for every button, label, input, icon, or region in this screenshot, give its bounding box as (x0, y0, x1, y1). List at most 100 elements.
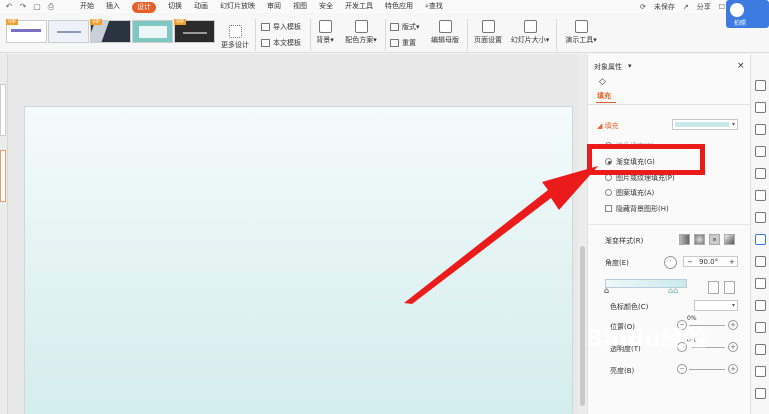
brightness-label: 亮度(B) (610, 367, 635, 375)
search-button[interactable]: ⌕查找 (425, 0, 443, 13)
template-thumb-4[interactable] (132, 20, 173, 43)
this-template-button[interactable]: 本文模板 (261, 38, 301, 48)
page-icon (481, 20, 495, 33)
gradient-stop-mid-icon[interactable]: ⌂⌂ (668, 286, 678, 295)
panel-close-icon[interactable]: × (737, 61, 745, 71)
brightness-slider[interactable] (689, 369, 725, 370)
menu-security[interactable]: 安全 (319, 0, 333, 13)
shape-icon[interactable] (755, 124, 766, 135)
open-icon[interactable]: ▢ (32, 2, 42, 11)
presentation-tools-label: 演示工具 (565, 36, 594, 44)
menu-transition[interactable]: 切换 (168, 0, 182, 13)
transparency-plus-icon[interactable]: + (728, 342, 738, 352)
video-icon[interactable] (755, 366, 766, 377)
layers-icon[interactable] (755, 256, 766, 267)
more-design-button[interactable]: 更多设计 (219, 25, 251, 50)
pattern-fill-radio[interactable] (605, 189, 612, 196)
undo-icon[interactable]: ↶ (4, 2, 14, 11)
hide-bg-label[interactable]: 隐藏背景图形(H) (616, 204, 669, 214)
this-template-label: 本文模板 (273, 39, 301, 47)
edit-master-button[interactable]: 编辑母版 (428, 20, 462, 45)
radial-gradient-style[interactable] (694, 234, 705, 245)
side-toolbar (750, 54, 769, 414)
brightness-plus-icon[interactable]: + (728, 364, 738, 374)
print-icon[interactable]: ⎙ (46, 2, 56, 11)
layout-label: 版式 (402, 23, 416, 31)
sort-icon[interactable] (755, 300, 766, 311)
page-setup-button[interactable]: 页面设置 (471, 20, 505, 45)
angle-value[interactable]: 90.0° (699, 258, 718, 266)
palette-icon (354, 20, 368, 33)
angle-minus-icon[interactable]: − (687, 258, 693, 266)
rect-gradient-style[interactable] (709, 234, 720, 245)
share-icon[interactable] (755, 278, 766, 289)
color-scheme-button[interactable]: 配色方案▾ (342, 20, 380, 45)
properties-icon[interactable] (755, 234, 766, 245)
linear-gradient-style[interactable] (679, 234, 690, 245)
menu-design[interactable]: 设计 (132, 1, 156, 13)
copy-icon[interactable] (755, 102, 766, 113)
path-gradient-style[interactable] (724, 234, 735, 245)
ribbon-separator (310, 19, 311, 51)
menu-view[interactable]: 视图 (293, 0, 307, 13)
fill-color-dropdown[interactable]: ▾ (672, 119, 738, 130)
unsaved-button[interactable]: ⟳ 未保存 (640, 2, 675, 12)
layout-button[interactable]: 版式 ▾ (390, 22, 420, 32)
picture-fill-radio[interactable] (605, 174, 612, 181)
reset-label: 重置 (402, 39, 416, 47)
reset-button[interactable]: 重置 (390, 38, 416, 48)
panel-title: 对象属性 (594, 63, 622, 71)
angle-stepper[interactable]: − 90.0° + (683, 256, 738, 267)
slide-editor (8, 54, 580, 414)
menu-review[interactable]: 审阅 (267, 0, 281, 13)
image-icon[interactable] (755, 190, 766, 201)
menu-start[interactable]: 开始 (80, 0, 94, 13)
search-label: 查找 (428, 2, 443, 10)
photo-badge[interactable]: 拍照 (726, 0, 769, 28)
slide-thumbnail-strip[interactable] (0, 54, 8, 414)
presentation-tools-button[interactable]: 演示工具▾ (561, 20, 601, 45)
panel-title-arrow-icon[interactable]: ▾ (628, 62, 632, 70)
vip-tag-2: VIP (90, 19, 102, 25)
master-icon (438, 20, 452, 33)
chart-icon[interactable] (755, 212, 766, 223)
add-stop-icon[interactable] (708, 281, 719, 294)
slide-thumbnail-active[interactable] (0, 150, 6, 202)
slide-size-button[interactable]: 幻灯片大小▾ (508, 20, 552, 45)
angle-dial-icon[interactable]: · (664, 256, 677, 269)
redo-icon[interactable]: ↷ (18, 2, 28, 11)
color-scheme-label: 配色方案 (345, 36, 374, 44)
gradient-stop-left-icon[interactable]: ⌂ (604, 286, 609, 295)
ribbon: VIP VIP VIP 更多设计 导入模板 本文模板 背景▾ 配色方案▾ 版式 ▾… (0, 13, 769, 53)
vertical-scrollbar[interactable] (578, 54, 587, 414)
slide-thumbnail[interactable] (0, 84, 6, 136)
scrollbar-thumb[interactable] (580, 246, 585, 406)
stop-color-dropdown[interactable]: ▾ (694, 300, 738, 311)
pattern-fill-label[interactable]: 图案填充(A) (616, 188, 654, 198)
template-thumb-2[interactable] (48, 20, 89, 43)
bucket-icon[interactable] (755, 146, 766, 157)
slide-canvas[interactable] (24, 106, 573, 414)
fill-section-toggle[interactable]: ◢ 填充 (597, 121, 619, 131)
menu-features[interactable]: 特色应用 (385, 0, 413, 13)
menu-slideshow[interactable]: 幻灯片放映 (220, 0, 255, 13)
delete-stop-icon[interactable] (724, 281, 735, 294)
menu-developer[interactable]: 开发工具 (345, 0, 373, 13)
import-template-button[interactable]: 导入模板 (261, 22, 301, 32)
star-icon[interactable] (755, 80, 766, 91)
hide-bg-checkbox[interactable] (605, 205, 612, 212)
panel-divider (588, 224, 751, 225)
table-icon[interactable] (755, 168, 766, 179)
picture-icon[interactable] (755, 322, 766, 333)
share-button[interactable]: ↗ 分享 (683, 2, 711, 12)
ribbon-separator (255, 19, 256, 51)
angle-plus-icon[interactable]: + (729, 258, 735, 266)
more-icon[interactable] (755, 388, 766, 399)
background-button[interactable]: 背景▾ (313, 20, 337, 45)
audio-icon[interactable] (755, 344, 766, 355)
tab-fill[interactable]: 填充 (597, 91, 611, 101)
position-plus-icon[interactable]: + (728, 320, 738, 330)
brightness-minus-icon[interactable]: − (677, 364, 687, 374)
menu-animation[interactable]: 动画 (194, 0, 208, 13)
menu-insert[interactable]: 插入 (106, 0, 120, 13)
